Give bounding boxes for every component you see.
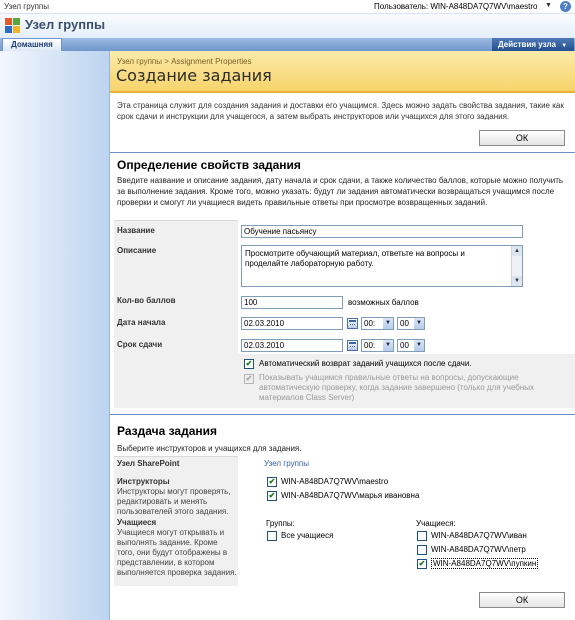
start-minute-select[interactable]: 00 ▼: [397, 317, 425, 330]
all-learners-checkbox[interactable]: [267, 531, 277, 541]
show-answers-checkbox[interactable]: ✔: [244, 374, 254, 384]
scroll-down-icon[interactable]: ▼: [512, 276, 522, 286]
description-label: Описание: [117, 246, 157, 255]
instructors-description: Инструкторы могут проверять, редактирова…: [117, 487, 231, 516]
chevron-down-icon: ▼: [561, 43, 568, 49]
sharepoint-site-label: Узел SharePoint: [117, 459, 180, 468]
ok-button-top[interactable]: ОК: [479, 130, 565, 146]
user-menu[interactable]: Пользователь: WIN-A848DA7Q7WV\maestro: [374, 2, 538, 11]
ok-button-bottom[interactable]: ОК: [479, 592, 565, 608]
properties-section-title: Определение свойств задания: [117, 158, 301, 172]
left-nav-border: [109, 51, 110, 620]
site-title[interactable]: Узел группы: [25, 17, 105, 32]
learner-checkbox[interactable]: ✔: [417, 559, 427, 569]
show-answers-label: Показывать учащимся правильные ответы на…: [259, 373, 535, 402]
section-divider: [110, 414, 575, 415]
learners-description: Учащиеся могут открывать и выполнять зад…: [117, 528, 237, 577]
page-intro: Эта страница служит для создания задания…: [117, 101, 564, 120]
learner-name: WIN-A848DA7Q7WV\петр: [431, 545, 526, 554]
name-field[interactable]: Обучение пасьянсу: [241, 225, 523, 238]
instructor-checkbox[interactable]: ✔: [267, 477, 277, 487]
sharepoint-logo-icon: [5, 18, 23, 34]
sharepoint-site-link[interactable]: Узел группы: [264, 459, 309, 468]
due-minute-value: 00: [400, 341, 409, 350]
distribution-section-title: Раздача задания: [117, 424, 217, 438]
chevron-down-icon: ▼: [414, 318, 424, 329]
instructors-label: Инструкторы: [117, 477, 170, 486]
due-date-field[interactable]: 02.03.2010: [241, 339, 343, 352]
start-minute-value: 00: [400, 319, 409, 328]
points-label: Кол-во баллов: [117, 296, 176, 305]
site-link[interactable]: Узел группы: [4, 2, 49, 11]
learner-name: WIN-A848DA7Q7WV\иван: [431, 531, 527, 540]
auto-return-checkbox[interactable]: ✔: [244, 359, 254, 369]
points-field[interactable]: 100: [241, 296, 343, 309]
calendar-icon[interactable]: [347, 318, 358, 329]
instructor-name: WIN-A848DA7Q7WV\maestro: [281, 477, 389, 486]
breadcrumb[interactable]: Узел группы > Assignment Properties: [117, 57, 252, 66]
learners-header: Учащиеся:: [416, 519, 456, 528]
learner-name: WIN-A848DA7Q7WV\пупкин: [431, 558, 539, 569]
help-icon[interactable]: ?: [560, 1, 571, 12]
points-suffix: возможных баллов: [348, 298, 419, 307]
learner-checkbox[interactable]: [417, 531, 427, 541]
name-label: Название: [117, 226, 155, 235]
description-field[interactable]: Просмотрите обучающий материал, ответьте…: [241, 245, 523, 287]
learner-checkbox[interactable]: [417, 545, 427, 555]
top-nav: [0, 38, 575, 51]
chevron-down-icon: ▼: [414, 340, 424, 351]
start-hour-select[interactable]: 00: ▼: [361, 317, 394, 330]
instructor-name: WIN-A848DA7Q7WV\марья ивановна: [281, 491, 420, 500]
distribution-section-description: Выберите инструкторов и учащихся для зад…: [117, 444, 302, 453]
description-scrollbar[interactable]: ▲ ▼: [511, 246, 522, 286]
start-date-label: Дата начала: [117, 318, 166, 327]
start-hour-value: 00:: [364, 319, 376, 328]
due-hour-value: 00:: [364, 341, 376, 350]
all-learners-label: Все учащиеся: [281, 531, 334, 540]
site-actions-menu[interactable]: Действия узла ▼: [492, 38, 574, 51]
auto-return-label: Автоматический возврат заданий учащихся …: [259, 359, 472, 368]
chevron-down-icon[interactable]: ▼: [545, 2, 552, 9]
tab-home[interactable]: Домашняя: [2, 38, 62, 51]
groups-header: Группы:: [266, 519, 295, 528]
due-hour-select[interactable]: 00: ▼: [361, 339, 394, 352]
scroll-up-icon[interactable]: ▲: [512, 246, 522, 256]
learners-label: Учащиеся: [117, 518, 157, 527]
page-title: Создание задания: [116, 66, 272, 85]
left-navigation: [0, 51, 110, 620]
properties-section-description: Введите название и описание задания, дат…: [117, 176, 564, 207]
site-actions-label: Действия узла: [498, 40, 557, 49]
calendar-icon[interactable]: [347, 340, 358, 351]
chevron-down-icon: ▼: [383, 340, 393, 351]
due-date-label: Срок сдачи: [117, 340, 163, 349]
section-divider: [110, 152, 575, 153]
instructor-checkbox[interactable]: ✔: [267, 491, 277, 501]
description-text: Просмотрите обучающий материал, ответьте…: [245, 249, 465, 268]
due-minute-select[interactable]: 00 ▼: [397, 339, 425, 352]
top-bar: Узел группы Пользователь: WIN-A848DA7Q7W…: [0, 0, 575, 14]
chevron-down-icon: ▼: [383, 318, 393, 329]
start-date-field[interactable]: 02.03.2010: [241, 317, 343, 330]
